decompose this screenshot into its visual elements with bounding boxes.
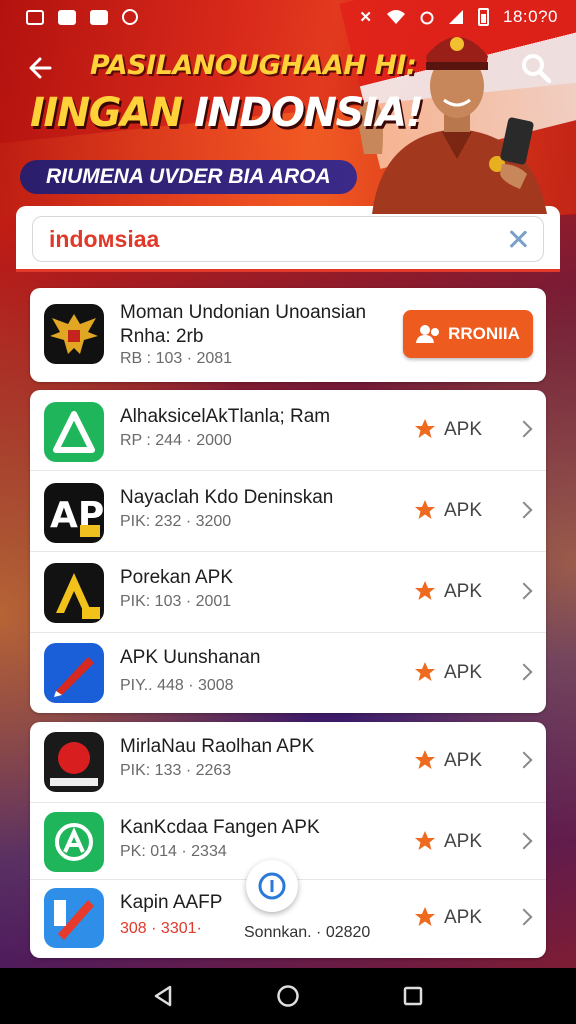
chevron-right-icon[interactable] [515,832,533,850]
user-icon [416,325,440,343]
chevron-right-icon[interactable] [515,582,533,600]
chat-icon [122,9,138,25]
apk-badge: APK [444,907,483,928]
hero-headline-2-yellow: IINGAN [30,90,183,136]
wifi-icon [387,10,405,24]
mute-icon: ✕ [359,9,372,26]
star-icon [415,831,435,850]
app-meta: PIY.. 448 · 3008 [120,677,234,694]
apk-badge: APK [444,500,483,521]
star-icon [415,500,435,519]
app-name: AlhaksicelAkTlanla; Ram [120,406,331,427]
apk-badge: APK [444,831,483,852]
app-meta: PIK: 232 · 3200 [120,513,232,530]
apk-badge: APK [444,581,483,602]
recents-square-icon [404,986,423,1006]
nav-back-button[interactable] [148,981,178,1011]
app-name: MirlaNau Raolhan APK [120,736,315,757]
search-panel: indoмsiaa [16,206,560,272]
back-button[interactable] [24,50,60,86]
blue-tools-icon [44,888,104,948]
status-left [26,9,138,25]
star-icon [415,581,435,600]
list-item[interactable]: APK Uunshanan PIY.. 448 · 3008 APK [30,632,546,713]
app-meta: PK: 014 · 2334 [120,843,227,860]
photo-icon [26,9,44,25]
app-meta: PIK: 103 · 2001 [120,593,232,610]
chevron-right-icon[interactable] [515,420,533,438]
search-button[interactable] [516,48,556,88]
hero-headline-2-white: INDONSIA! [181,90,424,136]
app-name: Nayaclah Kdo Deninskan [120,487,334,508]
install-button[interactable]: RRONIIA [403,310,533,358]
app-name: Kapin AAFP [120,892,223,913]
info-icon [258,872,286,900]
chevron-right-icon[interactable] [515,501,533,519]
app-list-group-2: MirlaNau Raolhan APK PIK: 133 · 2263 APK… [30,722,546,958]
battery-icon [478,8,489,26]
triangle-green-icon [44,402,104,462]
list-item[interactable]: MirlaNau Raolhan APK PIK: 133 · 2263 APK [30,722,546,802]
alarm-icon [420,11,434,25]
list-item[interactable]: AlhaksicelAkTlanla; Ram RP : 244 · 2000 … [30,390,546,470]
system-nav-bar [0,968,576,1024]
chevron-right-icon[interactable] [515,751,533,769]
blue-pen-icon [44,643,104,703]
star-icon [415,419,435,438]
play-icon [90,9,108,25]
chevron-right-icon[interactable] [515,908,533,926]
app-name: KanKcdaa Fangen APK [120,817,320,838]
app-list-group-1: AlhaksicelAkTlanla; Ram RP : 244 · 2000 … [30,390,546,713]
signal-icon [449,10,463,24]
featured-app-name: Moman Undonian Unoansian [120,302,367,323]
apk-badge: APK [444,662,483,683]
featured-app-card[interactable]: Moman Undonian Unoansian Rnha: 2rb RB : … [30,288,546,382]
featured-app-meta: RB : 103 · 2081 [120,350,233,367]
app-meta: RP : 244 · 2000 [120,432,232,449]
hero-headline-1: PASILANOUGHAAH HI: [90,50,417,81]
app-meta: 308 · 3301· [120,920,202,937]
app-meta: PIK: 133 · 2263 [120,762,232,779]
star-icon [415,662,435,681]
yellow-a-icon [44,563,104,623]
back-arrow-icon [29,57,52,79]
featured-app-subtitle: Rnha: 2rb [120,326,204,347]
back-triangle-icon [154,985,171,1007]
search-icon [522,54,552,84]
apk-badge: APK [444,750,483,771]
list-item[interactable]: AP Nayaclah Kdo Deninskan PIK: 232 · 320… [30,470,546,551]
status-right: ✕ 18:0?0 [359,7,558,27]
status-time: 18:0?0 [503,7,558,26]
garuda-icon [44,304,104,364]
star-icon [415,750,435,769]
apk-badge: APK [444,419,483,440]
message-icon [58,9,76,25]
hero-headline-2: IINGAN INDONSIA! [30,90,424,136]
search-input[interactable]: indoмsiaa [32,216,544,262]
home-circle-icon [277,985,299,1007]
status-bar: ✕ 18:0?0 [0,0,576,34]
nav-home-button[interactable] [273,981,303,1011]
fab-caption: Sonnkan. · 02820 [244,924,371,941]
floating-action-button[interactable] [246,860,298,912]
star-icon [415,907,435,926]
nav-recents-button[interactable] [398,981,428,1011]
search-query[interactable]: indoмsiaa [49,226,505,253]
app-name: Porekan APK [120,567,234,588]
list-item[interactable]: Porekan APK PIK: 103 · 2001 APK [30,551,546,632]
green-a-icon [44,812,104,872]
app-name: APK Uunshanan [120,647,261,668]
install-button-label: RRONIIA [448,324,520,343]
clear-icon[interactable] [505,226,531,252]
chevron-right-icon[interactable] [515,663,533,681]
hero-tagline: RIUMENA UVDER BIA AROA [20,160,357,194]
red-circle-icon [44,732,104,792]
ap-black-icon: AP [44,483,104,543]
